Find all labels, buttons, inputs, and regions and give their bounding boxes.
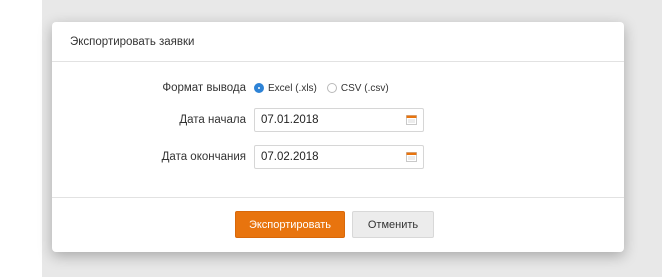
start-date-label: Дата начала bbox=[179, 114, 246, 126]
radio-csv-label[interactable]: CSV (.csv) bbox=[341, 83, 389, 94]
end-date-input[interactable]: 07.02.2018 bbox=[254, 145, 424, 169]
radio-csv[interactable]: CSV (.csv) bbox=[326, 83, 389, 94]
format-label: Формат вывода bbox=[162, 82, 246, 94]
cancel-button[interactable]: Отменить bbox=[352, 211, 434, 238]
start-date-control: 07.01.2018 bbox=[254, 108, 424, 132]
radio-csv-dot[interactable] bbox=[326, 83, 337, 93]
export-button[interactable]: Экспортировать bbox=[235, 211, 345, 238]
end-date-row: Дата окончания 07.02.2018 bbox=[52, 145, 624, 169]
calendar-icon[interactable] bbox=[406, 115, 417, 125]
end-date-value[interactable]: 07.02.2018 bbox=[261, 151, 319, 163]
dialog-title: Экспортировать заявки bbox=[70, 35, 195, 48]
calendar-icon[interactable] bbox=[406, 152, 417, 162]
end-date-control: 07.02.2018 bbox=[254, 145, 424, 169]
export-dialog: Экспортировать заявки Формат вывода Exce… bbox=[52, 22, 624, 252]
start-date-input[interactable]: 07.01.2018 bbox=[254, 108, 424, 132]
radio-excel[interactable]: Excel (.xls) bbox=[254, 83, 317, 94]
radio-excel-dot[interactable] bbox=[254, 83, 264, 93]
format-radio-group: Excel (.xls) CSV (.csv) bbox=[254, 83, 399, 94]
start-date-row: Дата начала 07.01.2018 bbox=[52, 108, 624, 132]
end-date-label: Дата окончания bbox=[161, 151, 246, 163]
start-date-value[interactable]: 07.01.2018 bbox=[261, 114, 319, 126]
dialog-header: Экспортировать заявки bbox=[52, 22, 624, 62]
format-row: Формат вывода Excel (.xls) CSV (.csv) bbox=[52, 76, 624, 100]
dialog-footer: Экспортировать Отменить bbox=[52, 197, 624, 252]
radio-excel-label[interactable]: Excel (.xls) bbox=[268, 83, 317, 94]
